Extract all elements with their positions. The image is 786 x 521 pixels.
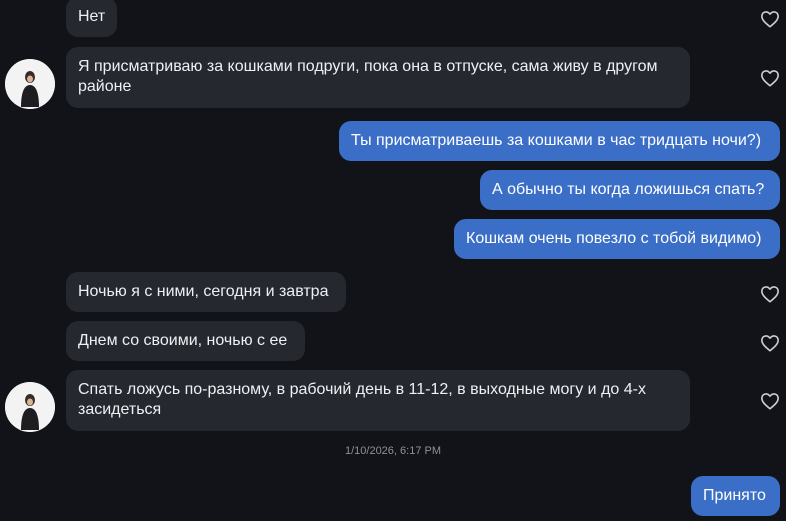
message-incoming[interactable]: Ночью я с ними, сегодня и завтра [66, 272, 346, 312]
contact-avatar[interactable] [5, 59, 55, 109]
heart-outline-icon[interactable] [760, 392, 780, 410]
message-incoming[interactable]: Я присматриваю за кошками подруги, пока … [66, 47, 690, 108]
user-avatar-icon [5, 59, 55, 109]
heart-outline-icon[interactable] [760, 285, 780, 303]
heart-outline-icon[interactable] [760, 334, 780, 352]
user-avatar-icon [5, 382, 55, 432]
message-incoming[interactable]: Днем со своими, ночью с ее [66, 321, 305, 361]
message-incoming[interactable]: Спать ложусь по-разному, в рабочий день … [66, 370, 690, 431]
message-timestamp: 1/10/2026, 6:17 PM [344, 445, 441, 457]
message-outgoing[interactable]: Ты присматриваешь за кошками в час тридц… [339, 121, 780, 161]
message-outgoing[interactable]: Принято [691, 476, 780, 516]
heart-outline-icon[interactable] [760, 69, 780, 87]
message-outgoing[interactable]: Кошкам очень повезло с тобой видимо) [454, 219, 780, 259]
message-outgoing[interactable]: А обычно ты когда ложишься спать? [480, 170, 780, 210]
heart-outline-icon[interactable] [760, 10, 780, 28]
contact-avatar[interactable] [5, 382, 55, 432]
message-incoming[interactable]: Нет [66, 0, 117, 37]
chat-thread: Нет Я присматриваю за кошками подруги, п… [0, 0, 786, 521]
